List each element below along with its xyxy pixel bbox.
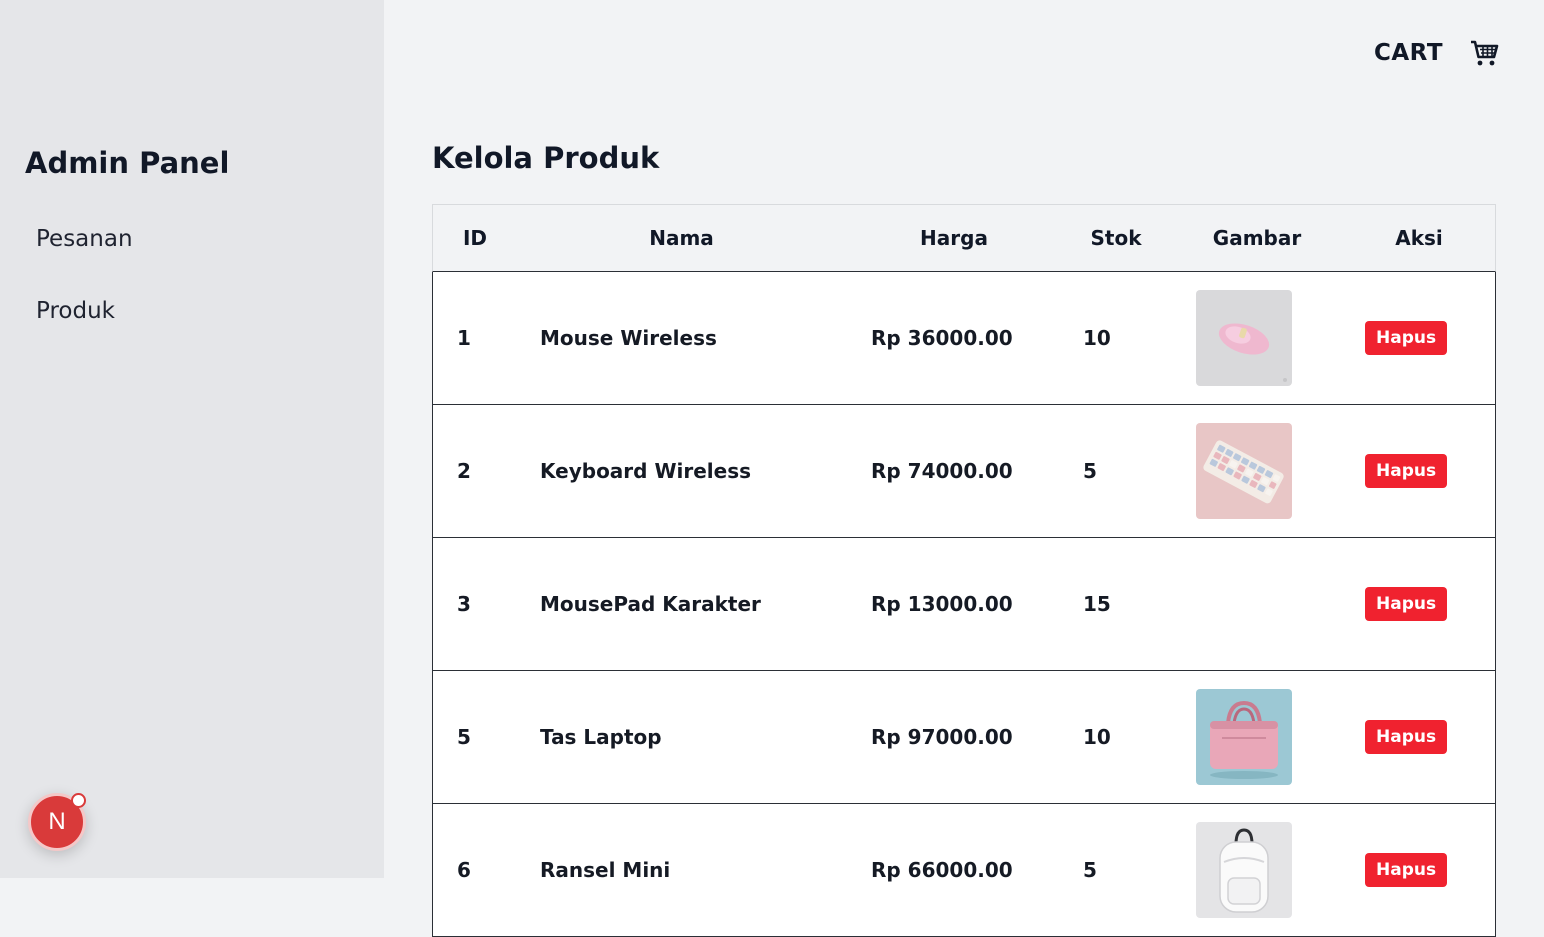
cell-stock: 15: [1083, 592, 1111, 616]
cell-name: Ransel Mini: [540, 858, 671, 882]
cell-id: 6: [457, 858, 471, 882]
cell-name: Tas Laptop: [540, 725, 662, 749]
cell-price: Rp 13000.00: [871, 592, 1013, 616]
cell-name: Mouse Wireless: [540, 326, 717, 350]
cell-id: 1: [457, 326, 471, 350]
cell-image: [1196, 272, 1292, 404]
dev-tools-badge[interactable]: N: [28, 793, 86, 851]
page-title: Kelola Produk: [432, 141, 660, 175]
cell-id: 3: [457, 592, 471, 616]
table-row: 2 Keyboard Wireless Rp 74000.00 5 Hapus: [432, 405, 1496, 538]
products-table: ID Nama Harga Stok Gambar Aksi 1 Mouse W…: [432, 204, 1496, 937]
table-row: 1 Mouse Wireless Rp 36000.00 10 Hapus: [432, 272, 1496, 405]
delete-button[interactable]: Hapus: [1365, 454, 1448, 488]
cell-action: Hapus: [1365, 538, 1448, 670]
sidebar-item-produk[interactable]: Produk: [36, 298, 115, 324]
col-header-harga: Harga: [920, 226, 988, 250]
col-header-id: ID: [462, 226, 488, 250]
cell-action: Hapus: [1365, 405, 1448, 537]
cell-price: Rp 97000.00: [871, 725, 1013, 749]
col-header-aksi: Aksi: [1395, 226, 1443, 250]
col-header-nama: Nama: [649, 226, 714, 250]
table-row: 3 MousePad Karakter Rp 13000.00 15 Hapus: [432, 538, 1496, 671]
cell-action: Hapus: [1365, 804, 1448, 936]
delete-button[interactable]: Hapus: [1365, 720, 1448, 754]
delete-button[interactable]: Hapus: [1365, 321, 1448, 355]
sidebar: Admin Panel Pesanan Produk N: [0, 0, 384, 878]
cell-stock: 5: [1083, 858, 1097, 882]
product-image-backpack: [1196, 822, 1292, 918]
col-header-stok: Stok: [1090, 226, 1142, 250]
shopping-cart-icon: [1471, 40, 1499, 66]
col-header-gambar: Gambar: [1212, 226, 1302, 250]
cell-image: [1196, 804, 1292, 936]
cart-label: CART: [1374, 40, 1444, 66]
cell-name: MousePad Karakter: [540, 592, 761, 616]
cell-price: Rp 66000.00: [871, 858, 1013, 882]
product-image-laptop-bag: [1196, 689, 1292, 785]
cell-id: 2: [457, 459, 471, 483]
table-row: 5 Tas Laptop Rp 97000.00 10 Hapus: [432, 671, 1496, 804]
cell-id: 5: [457, 725, 471, 749]
product-image-keyboard: [1196, 423, 1292, 519]
product-image-mouse: [1196, 290, 1292, 386]
delete-button[interactable]: Hapus: [1365, 587, 1448, 621]
cart-link[interactable]: CART: [1374, 38, 1499, 68]
table-header: ID Nama Harga Stok Gambar Aksi: [432, 204, 1496, 272]
sidebar-item-pesanan[interactable]: Pesanan: [36, 226, 133, 252]
table-row: 6 Ransel Mini Rp 66000.00 5 Hapus: [432, 804, 1496, 937]
cell-action: Hapus: [1365, 671, 1448, 803]
cell-stock: 5: [1083, 459, 1097, 483]
cell-stock: 10: [1083, 725, 1111, 749]
cell-stock: 10: [1083, 326, 1111, 350]
dev-badge-dot: [71, 793, 86, 808]
delete-button[interactable]: Hapus: [1365, 853, 1448, 887]
sidebar-title: Admin Panel: [25, 146, 230, 180]
cell-image: [1196, 405, 1292, 537]
cell-image: [1196, 671, 1292, 803]
cell-price: Rp 74000.00: [871, 459, 1013, 483]
cell-action: Hapus: [1365, 272, 1448, 404]
dev-badge-letter: N: [48, 808, 66, 835]
cell-price: Rp 36000.00: [871, 326, 1013, 350]
cell-name: Keyboard Wireless: [540, 459, 752, 483]
